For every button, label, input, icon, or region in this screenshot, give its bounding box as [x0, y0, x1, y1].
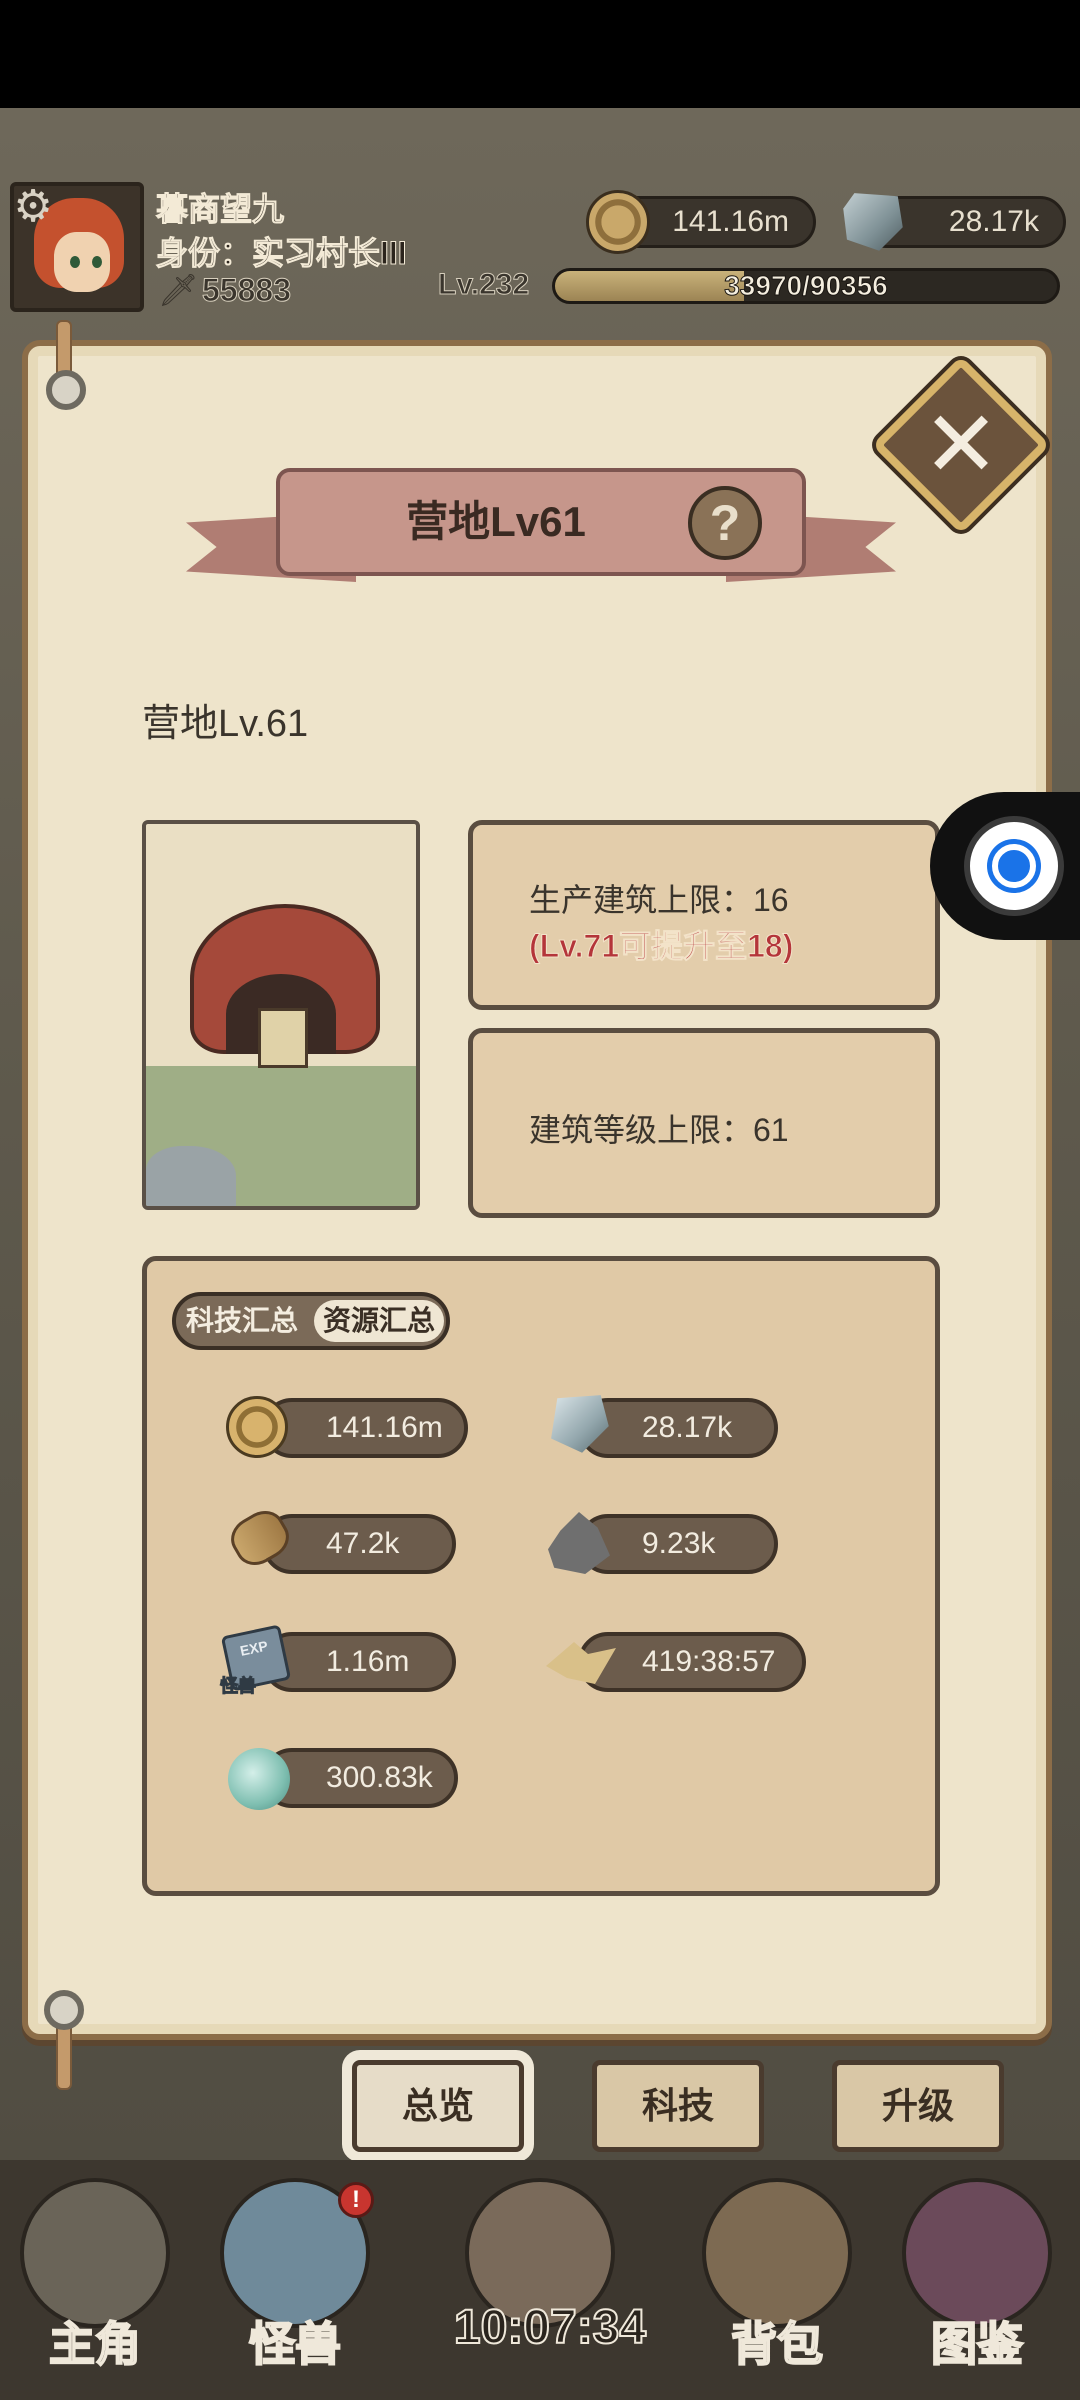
nav-bag-label: 背包	[730, 2317, 824, 2371]
production-limit-box: 生产建筑上限：16 (Lv.71可提升至18)	[468, 820, 940, 1010]
resource-water: 300.83k	[262, 1748, 458, 1808]
coin-icon	[226, 1396, 288, 1458]
status-bar	[0, 0, 1080, 108]
nav-codex-label: 图鉴	[930, 2317, 1024, 2371]
book-icon	[902, 2178, 1052, 2328]
crystal-counter-value: 28.17k	[948, 205, 1039, 238]
game-clock: 10:07:34	[453, 2300, 647, 2355]
player-level: Lv.232	[437, 268, 530, 302]
dialog-title: 营地Lv61	[406, 498, 586, 545]
sword-icon: 🗡	[158, 272, 199, 308]
player-name: 暮商望九	[155, 191, 285, 228]
power-value: 55883	[202, 272, 292, 309]
resource-crystal: 28.17k	[578, 1398, 778, 1458]
nav-codex[interactable]: 图鉴	[882, 2168, 1072, 2388]
resource-coin-value: 141.16m	[326, 1411, 443, 1444]
production-upgrade-text: (Lv.71可提升至18)	[528, 928, 794, 965]
pin-decoration	[44, 1990, 84, 2030]
backpack-icon	[702, 2178, 852, 2328]
coin-counter-value: 141.16m	[672, 205, 789, 238]
avatar-eye	[92, 256, 102, 268]
nav-hero-label: 主角	[48, 2317, 142, 2371]
tab-resource-summary[interactable]: 资源汇总	[314, 1300, 444, 1342]
floating-assist-button[interactable]	[930, 792, 1080, 940]
resource-monster-exp-value: 1.16m	[326, 1645, 410, 1678]
pin-decoration	[46, 370, 86, 410]
notification-badge: !	[338, 2182, 374, 2218]
tab-tech[interactable]: 科技	[592, 2060, 764, 2152]
nav-bag[interactable]: 背包	[682, 2168, 872, 2388]
exp-icon-sublabel: 怪兽	[220, 1676, 257, 1697]
resource-wood-value: 47.2k	[326, 1527, 400, 1560]
tab-upgrade[interactable]: 升级	[832, 2060, 1004, 2152]
exp-bar: 33970/90356	[552, 268, 1060, 304]
water-icon	[228, 1748, 290, 1810]
resource-map: 419:38:57	[578, 1632, 806, 1692]
nav-camp[interactable]	[445, 2168, 635, 2388]
building-level-box: 建筑等级上限：61	[468, 1028, 940, 1218]
resource-crystal-value: 28.17k	[642, 1411, 733, 1444]
resource-wood: 47.2k	[262, 1514, 456, 1574]
rock	[146, 1146, 236, 1206]
nav-hero[interactable]: 主角	[0, 2168, 190, 2388]
camp-building-image	[142, 820, 420, 1210]
summary-tabs: 科技汇总 资源汇总	[172, 1292, 450, 1350]
exp-text: 33970/90356	[724, 270, 889, 301]
resource-ore: 9.23k	[578, 1514, 778, 1574]
resource-map-value: 419:38:57	[642, 1645, 776, 1678]
camp-level-label: 营地Lv.61	[142, 703, 309, 745]
resource-coin: 141.16m	[262, 1398, 468, 1458]
resource-water-value: 300.83k	[326, 1761, 433, 1794]
production-limit-text: 生产建筑上限：16	[529, 882, 789, 918]
help-icon[interactable]: ?	[688, 486, 762, 560]
resource-monster-exp: 1.16m	[262, 1632, 456, 1692]
close-button[interactable]: ✕	[871, 355, 1051, 535]
coin-icon	[586, 190, 650, 254]
house-door	[258, 1008, 308, 1068]
tab-tech-summary[interactable]: 科技汇总	[186, 1296, 298, 1346]
close-icon: ✕	[922, 394, 1000, 496]
exp-icon-label: EXP	[238, 1637, 270, 1659]
player-title: 身份：实习村长III	[156, 235, 408, 272]
assist-icon	[964, 816, 1064, 916]
gear-icon[interactable]: ⚙	[10, 184, 56, 230]
helmet-icon	[20, 2178, 170, 2328]
tab-overview[interactable]: 总览	[352, 2060, 524, 2152]
nav-monster-label: 怪兽	[248, 2317, 342, 2371]
title-ribbon: 营地Lv61 ?	[186, 452, 896, 612]
avatar-eye	[70, 256, 80, 268]
resource-ore-value: 9.23k	[642, 1527, 716, 1560]
assist-dot	[992, 844, 1036, 888]
building-level-limit-text: 建筑等级上限：61	[529, 1112, 789, 1148]
